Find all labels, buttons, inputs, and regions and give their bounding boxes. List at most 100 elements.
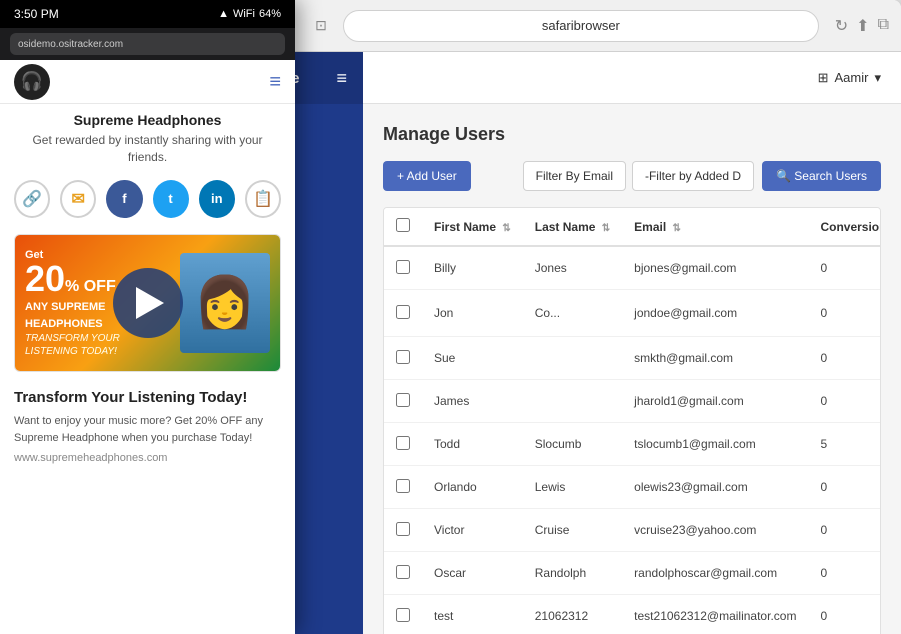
share-link-btn[interactable]: 🔗: [14, 180, 50, 218]
row-conversions: 0: [808, 380, 881, 423]
row-checkbox[interactable]: [396, 479, 410, 493]
toolbar: + Add User Filter By Email -Filter by Ad…: [383, 161, 881, 191]
phone-tagline: Get rewarded by instantly sharing with y…: [14, 132, 281, 166]
share-facebook-btn[interactable]: f: [106, 180, 142, 218]
new-tab-icon[interactable]: ⧉: [878, 16, 889, 36]
play-triangle-icon: [136, 287, 164, 319]
row-first-name: James: [422, 380, 523, 423]
signal-icon: ▲: [218, 8, 229, 20]
user-chevron-icon: ▾: [874, 70, 881, 86]
row-last-name: Randolph: [523, 552, 622, 595]
table-row: Billy Jones bjones@gmail.com 0 Active ✏ …: [384, 246, 881, 290]
col-last-name: Last Name ⇅: [523, 208, 622, 246]
share-linkedin-btn[interactable]: in: [199, 180, 235, 218]
col-conversions: Conversions ⇅: [808, 208, 881, 246]
search-users-button[interactable]: 🔍 Search Users: [762, 161, 881, 191]
row-checkbox[interactable]: [396, 436, 410, 450]
row-last-name: [523, 380, 622, 423]
table-row: James jharold1@gmail.com 0 Active ✏ 🗑: [384, 380, 881, 423]
filter-added-button[interactable]: -Filter by Added D: [632, 161, 754, 191]
table-header: First Name ⇅ Last Name ⇅ Email ⇅ Convers…: [384, 208, 881, 246]
row-checkbox-cell: [384, 246, 422, 290]
row-checkbox-cell: [384, 509, 422, 552]
sort-email-icon[interactable]: ⇅: [673, 223, 681, 234]
table-body: Billy Jones bjones@gmail.com 0 Active ✏ …: [384, 246, 881, 634]
row-first-name: Jon: [422, 290, 523, 337]
phone-ad-box: Get 20 % OFF ANY SUPREME HEADPHONES TRAN…: [14, 234, 281, 372]
battery-level: 64%: [259, 8, 281, 20]
table-row: Jon Co... jondoe@gmail.com 0 Approve Now…: [384, 290, 881, 337]
ad-background: Get 20 % OFF ANY SUPREME HEADPHONES TRAN…: [15, 235, 280, 371]
article-link[interactable]: www.supremeheadphones.com: [14, 452, 281, 464]
browser-address-bar[interactable]: safaribrowser: [343, 10, 819, 42]
share-email-btn[interactable]: ✉: [60, 180, 96, 218]
row-last-name: Lewis: [523, 466, 622, 509]
row-checkbox-cell: [384, 290, 422, 337]
app-main: ⊞ Aamir ▾ Manage Users + Add User Filter…: [363, 52, 901, 634]
row-checkbox[interactable]: [396, 522, 410, 536]
row-checkbox[interactable]: [396, 305, 410, 319]
play-button[interactable]: [113, 268, 183, 338]
select-all-checkbox[interactable]: [396, 218, 410, 232]
row-email: jondoe@gmail.com: [622, 290, 808, 337]
users-table: First Name ⇅ Last Name ⇅ Email ⇅ Convers…: [384, 208, 881, 634]
phone-url-bar[interactable]: osidemo.ositracker.com: [10, 33, 285, 55]
article-body: Want to enjoy your music more? Get 20% O…: [14, 413, 281, 446]
toolbar-left: + Add User: [383, 161, 471, 191]
phone-article: Transform Your Listening Today! Want to …: [0, 378, 295, 475]
row-last-name: 21062312: [523, 595, 622, 634]
row-first-name: Sue: [422, 337, 523, 380]
col-email: Email ⇅: [622, 208, 808, 246]
page-title: Manage Users: [383, 124, 881, 145]
phone-web-content: 🎧 ≡ Supreme Headphones Get rewarded by i…: [0, 60, 295, 634]
browser-actions: ↻ ⬆ ⧉: [835, 16, 889, 36]
row-conversions: 0: [808, 290, 881, 337]
ad-woman-image: 👩: [180, 253, 270, 353]
row-email: jharold1@gmail.com: [622, 380, 808, 423]
row-checkbox-cell: [384, 380, 422, 423]
table-row: test 21062312 test21062312@mailinator.co…: [384, 595, 881, 634]
col-checkbox: [384, 208, 422, 246]
phone-logo-circle: 🎧: [14, 64, 50, 100]
share-icon[interactable]: ⬆: [856, 16, 869, 36]
row-last-name: Jones: [523, 246, 622, 290]
share-twitter-btn[interactable]: t: [153, 180, 189, 218]
refresh-icon[interactable]: ↻: [835, 16, 848, 36]
user-menu[interactable]: ⊞ Aamir ▾: [818, 70, 881, 86]
row-first-name: test: [422, 595, 523, 634]
row-checkbox[interactable]: [396, 393, 410, 407]
row-conversions: 0: [808, 466, 881, 509]
row-last-name: [523, 337, 622, 380]
add-user-button[interactable]: + Add User: [383, 161, 471, 191]
sort-first-name-icon[interactable]: ⇅: [502, 223, 510, 234]
row-email: bjones@gmail.com: [622, 246, 808, 290]
row-first-name: Victor: [422, 509, 523, 552]
users-table-container: First Name ⇅ Last Name ⇅ Email ⇅ Convers…: [383, 207, 881, 634]
row-checkbox-cell: [384, 337, 422, 380]
sidebar-hamburger-icon[interactable]: ≡: [336, 68, 347, 89]
row-conversions: 0: [808, 595, 881, 634]
article-title: Transform Your Listening Today!: [14, 388, 281, 408]
filter-email-button[interactable]: Filter By Email: [523, 161, 626, 191]
row-conversions: 5: [808, 423, 881, 466]
share-gdocs-btn[interactable]: 📋: [245, 180, 281, 218]
row-email: test21062312@mailinator.com: [622, 595, 808, 634]
browser-url-text: safaribrowser: [542, 18, 620, 33]
table-row: Oscar Randolph randolphoscar@gmail.com 0…: [384, 552, 881, 595]
status-icons: ▲ WiFi 64%: [218, 8, 281, 20]
table-row: Orlando Lewis olewis23@gmail.com 0 Activ…: [384, 466, 881, 509]
row-checkbox[interactable]: [396, 260, 410, 274]
row-checkbox[interactable]: [396, 350, 410, 364]
user-name: Aamir: [835, 70, 869, 85]
row-checkbox[interactable]: [396, 608, 410, 622]
table-row: Victor Cruise vcruise23@yahoo.com 0 Acti…: [384, 509, 881, 552]
phone-browser-bar: osidemo.ositracker.com: [0, 28, 295, 60]
row-conversions: 0: [808, 509, 881, 552]
row-email: vcruise23@yahoo.com: [622, 509, 808, 552]
row-last-name: Slocumb: [523, 423, 622, 466]
sort-last-name-icon[interactable]: ⇅: [602, 223, 610, 234]
user-grid-icon: ⊞: [818, 70, 829, 86]
row-checkbox[interactable]: [396, 565, 410, 579]
headphone-icon: 🎧: [21, 71, 43, 92]
phone-menu-icon[interactable]: ≡: [269, 72, 281, 92]
